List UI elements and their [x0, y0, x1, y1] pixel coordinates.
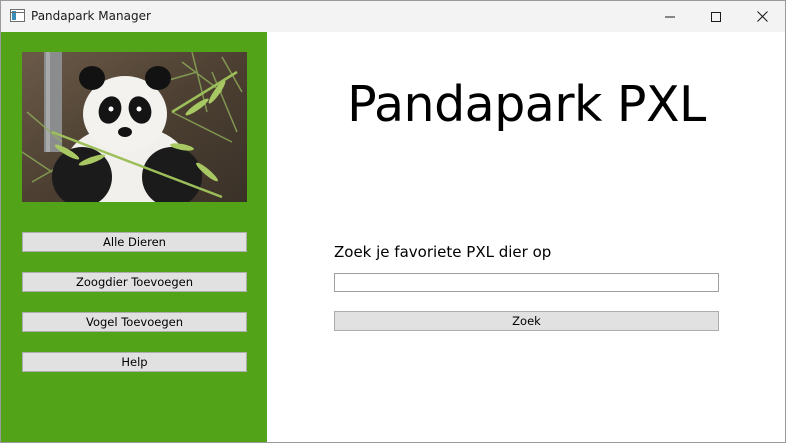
main-content: Pandapark PXL Zoek je favoriete PXL dier… [267, 32, 785, 442]
close-icon [756, 11, 768, 22]
panda-photo [22, 52, 247, 202]
app-window: Pandapark Manager Alle Dieren Zoogdier T… [0, 0, 786, 443]
sidebar: Alle Dieren Zoogdier Toevoegen Vogel Toe… [1, 32, 267, 442]
all-animals-button[interactable]: Alle Dieren [22, 232, 247, 252]
help-button[interactable]: Help [22, 352, 247, 372]
app-icon [10, 9, 25, 22]
search-input[interactable] [334, 273, 719, 292]
search-label: Zoek je favoriete PXL dier op [334, 243, 552, 261]
search-button[interactable]: Zoek [334, 311, 719, 331]
add-mammal-button[interactable]: Zoogdier Toevoegen [22, 272, 247, 292]
page-title: Pandapark PXL [347, 76, 706, 133]
title-bar[interactable]: Pandapark Manager [1, 1, 785, 32]
minimize-button[interactable] [647, 1, 693, 32]
maximize-button[interactable] [693, 1, 739, 32]
maximize-icon [711, 11, 721, 22]
minimize-icon [665, 16, 675, 17]
window-title: Pandapark Manager [31, 9, 151, 23]
add-bird-button[interactable]: Vogel Toevoegen [22, 312, 247, 332]
close-button[interactable] [739, 1, 785, 32]
